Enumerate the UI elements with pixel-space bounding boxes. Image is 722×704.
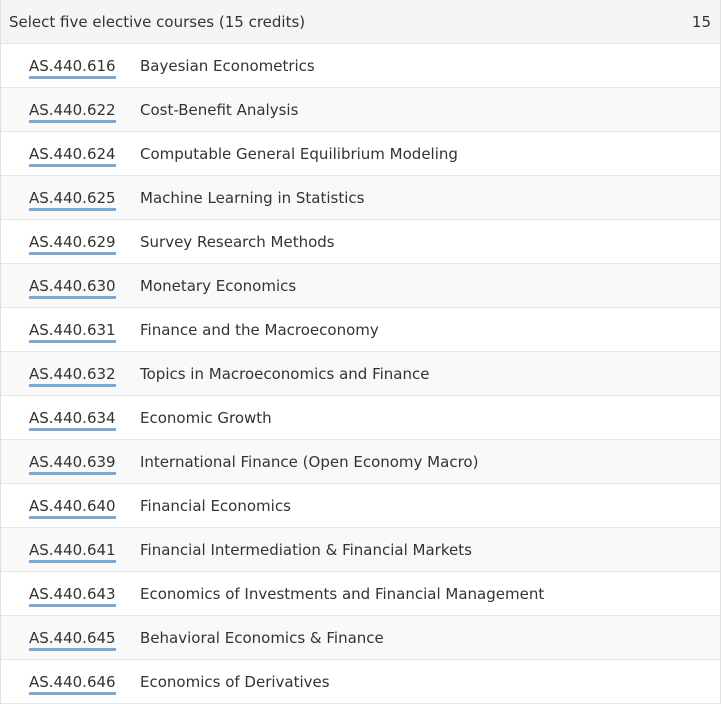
- course-code-link[interactable]: AS.440.641: [29, 540, 140, 563]
- course-code-link[interactable]: AS.440.643: [29, 584, 140, 607]
- course-row: AS.440.630 Monetary Economics: [1, 264, 720, 308]
- course-code-link[interactable]: AS.440.624: [29, 144, 140, 167]
- course-code-link[interactable]: AS.440.631: [29, 320, 140, 343]
- course-row: AS.440.639 International Finance (Open E…: [1, 440, 720, 484]
- course-title: Cost-Benefit Analysis: [140, 100, 299, 119]
- section-title: Select five elective courses (15 credits…: [9, 12, 306, 31]
- course-code-link[interactable]: AS.440.639: [29, 452, 140, 475]
- course-title: Machine Learning in Statistics: [140, 188, 365, 207]
- course-code-link[interactable]: AS.440.629: [29, 232, 140, 255]
- course-title: Survey Research Methods: [140, 232, 335, 251]
- course-code-link[interactable]: AS.440.645: [29, 628, 140, 651]
- section-header: Select five elective courses (15 credits…: [1, 0, 720, 44]
- course-row: AS.440.624 Computable General Equilibriu…: [1, 132, 720, 176]
- course-title: Financial Intermediation & Financial Mar…: [140, 540, 472, 559]
- course-code-link[interactable]: AS.440.622: [29, 100, 140, 123]
- course-title: Economic Growth: [140, 408, 272, 427]
- course-code-link[interactable]: AS.440.616: [29, 56, 140, 79]
- course-row: AS.440.643 Economics of Investments and …: [1, 572, 720, 616]
- course-title: Economics of Derivatives: [140, 672, 330, 691]
- elective-courses-table: Select five elective courses (15 credits…: [0, 0, 721, 704]
- course-row: AS.440.645 Behavioral Economics & Financ…: [1, 616, 720, 660]
- course-row: AS.440.625 Machine Learning in Statistic…: [1, 176, 720, 220]
- course-title: Behavioral Economics & Finance: [140, 628, 384, 647]
- course-title: Economics of Investments and Financial M…: [140, 584, 545, 603]
- course-code-link[interactable]: AS.440.632: [29, 364, 140, 387]
- course-code-link[interactable]: AS.440.630: [29, 276, 140, 299]
- course-code-link[interactable]: AS.440.646: [29, 672, 140, 695]
- course-title: Finance and the Macroeconomy: [140, 320, 379, 339]
- course-row: AS.440.631 Finance and the Macroeconomy: [1, 308, 720, 352]
- course-title: Monetary Economics: [140, 276, 297, 295]
- course-code-link[interactable]: AS.440.640: [29, 496, 140, 519]
- course-title: Topics in Macroeconomics and Finance: [140, 364, 430, 383]
- course-row: AS.440.632 Topics in Macroeconomics and …: [1, 352, 720, 396]
- course-list: AS.440.616 Bayesian Econometrics AS.440.…: [1, 44, 720, 704]
- course-code-link[interactable]: AS.440.634: [29, 408, 140, 431]
- course-title: International Finance (Open Economy Macr…: [140, 452, 479, 471]
- course-row: AS.440.634 Economic Growth: [1, 396, 720, 440]
- course-title: Bayesian Econometrics: [140, 56, 315, 75]
- course-row: AS.440.646 Economics of Derivatives: [1, 660, 720, 704]
- course-row: AS.440.622 Cost-Benefit Analysis: [1, 88, 720, 132]
- course-code-link[interactable]: AS.440.625: [29, 188, 140, 211]
- course-row: AS.440.616 Bayesian Econometrics: [1, 44, 720, 88]
- course-row: AS.440.641 Financial Intermediation & Fi…: [1, 528, 720, 572]
- course-title: Computable General Equilibrium Modeling: [140, 144, 458, 163]
- section-credits: 15: [691, 12, 711, 31]
- course-row: AS.440.640 Financial Economics: [1, 484, 720, 528]
- course-title: Financial Economics: [140, 496, 291, 515]
- course-row: AS.440.629 Survey Research Methods: [1, 220, 720, 264]
